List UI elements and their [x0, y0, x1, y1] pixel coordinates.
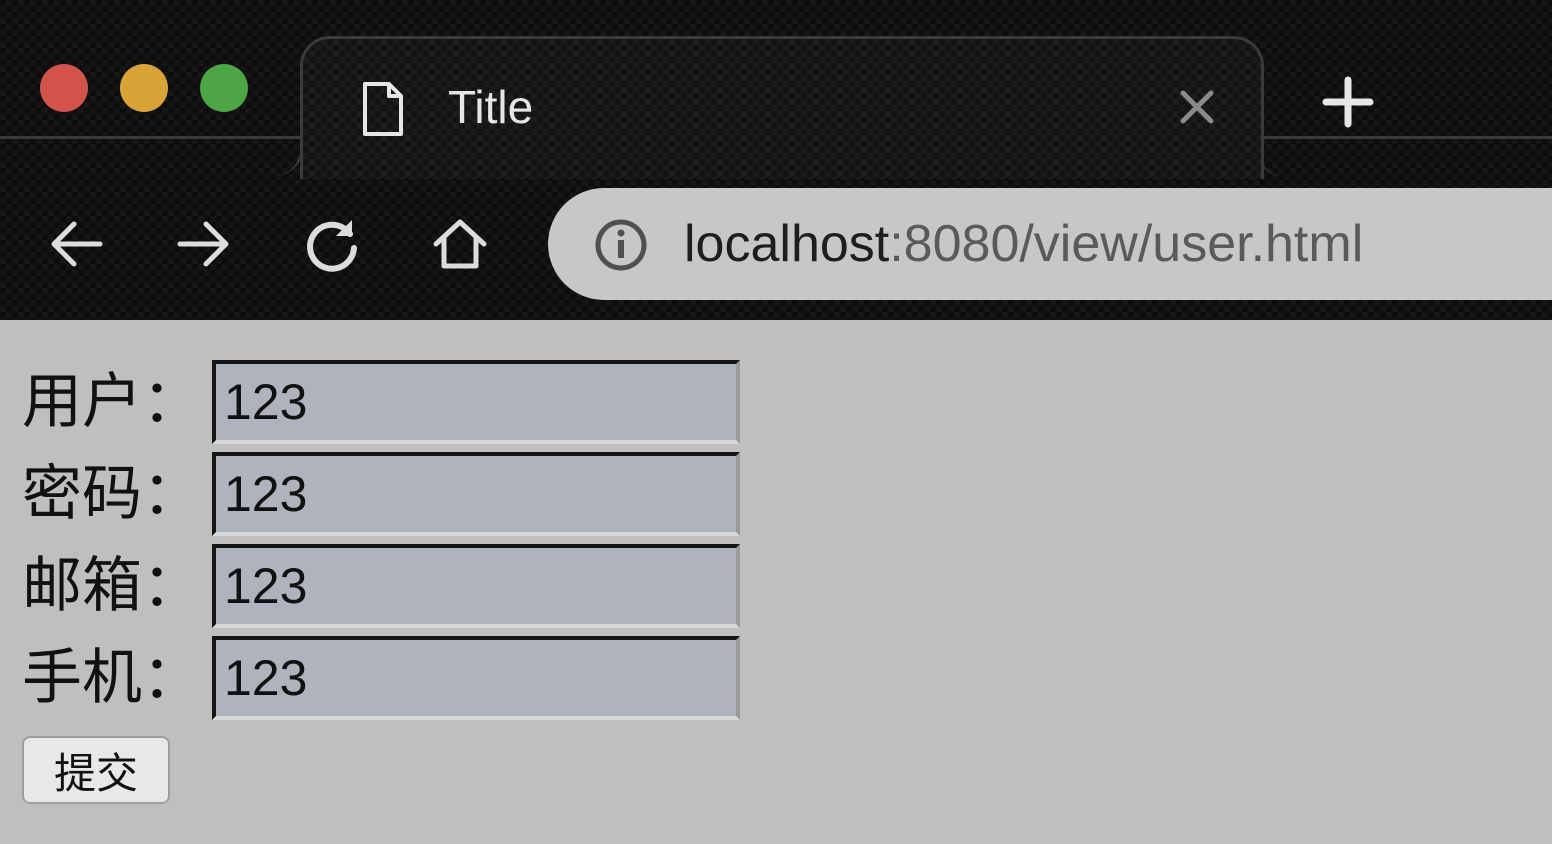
password-label: 密码： — [22, 459, 202, 529]
forward-arrow-icon[interactable] — [172, 212, 236, 276]
document-icon — [363, 82, 403, 136]
url-text[interactable]: localhost:8080/view/user.html — [684, 212, 1363, 276]
tab-strip-edge-left — [0, 136, 304, 176]
password-input[interactable] — [212, 452, 740, 536]
close-icon[interactable] — [1177, 87, 1217, 127]
info-icon[interactable] — [594, 218, 648, 272]
minimize-window-button[interactable] — [120, 64, 168, 112]
address-bar[interactable]: localhost:8080/view/user.html — [548, 188, 1552, 300]
browser-chrome: Title localhost:8080/view/user.html — [0, 0, 1552, 320]
page-content: 用户： 密码： 邮箱： 手机： 提交 — [0, 320, 1552, 844]
close-window-button[interactable] — [40, 64, 88, 112]
zoom-window-button[interactable] — [200, 64, 248, 112]
tab-title-page[interactable]: Title — [300, 36, 1264, 179]
phone-label: 手机： — [22, 643, 202, 713]
user-label: 用户： — [22, 367, 202, 437]
url-host: localhost — [684, 215, 890, 273]
user-input[interactable] — [212, 360, 740, 444]
home-icon[interactable] — [428, 212, 492, 276]
tab-title: Title — [448, 81, 534, 133]
submit-button[interactable]: 提交 — [22, 736, 170, 804]
back-arrow-icon[interactable] — [44, 212, 108, 276]
url-path: :8080/view/user.html — [889, 215, 1364, 273]
email-label: 邮箱： — [22, 551, 202, 621]
phone-input[interactable] — [212, 636, 740, 720]
window-controls — [40, 64, 248, 112]
reload-icon[interactable] — [300, 212, 364, 276]
plus-icon[interactable] — [1316, 70, 1380, 134]
tab-strip-edge-right — [1254, 136, 1552, 176]
email-input[interactable] — [212, 544, 740, 628]
